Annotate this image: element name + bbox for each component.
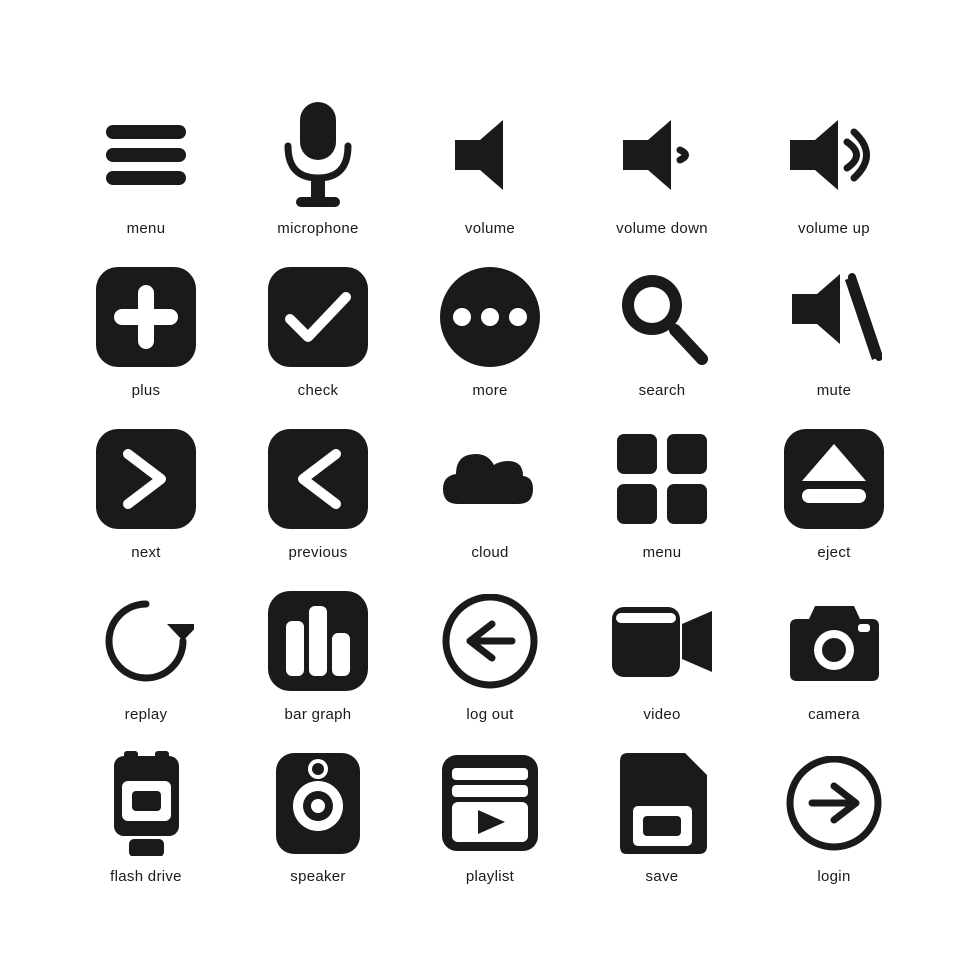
icon-cell-volume-down: volume down bbox=[576, 90, 748, 242]
icon-cell-replay: replay bbox=[60, 576, 232, 728]
login-icon bbox=[779, 748, 889, 858]
icon-cell-cloud: cloud bbox=[404, 414, 576, 566]
playlist-label: playlist bbox=[466, 868, 514, 885]
plus-icon bbox=[91, 262, 201, 372]
volume-icon bbox=[435, 100, 545, 210]
speaker-icon bbox=[263, 748, 373, 858]
previous-icon bbox=[263, 424, 373, 534]
log-out-icon bbox=[435, 586, 545, 696]
menu-icon bbox=[91, 100, 201, 210]
cloud-icon bbox=[435, 424, 545, 534]
camera-icon bbox=[779, 586, 889, 696]
next-icon bbox=[91, 424, 201, 534]
plus-label: plus bbox=[132, 382, 161, 399]
icon-grid: menu microphone volume bbox=[40, 70, 940, 910]
replay-label: replay bbox=[125, 706, 168, 723]
microphone-label: microphone bbox=[277, 220, 358, 237]
menu2-label: menu bbox=[643, 544, 682, 561]
volume-down-icon bbox=[607, 100, 717, 210]
icon-cell-login: login bbox=[748, 738, 920, 890]
icon-cell-camera: camera bbox=[748, 576, 920, 728]
bar-graph-label: bar graph bbox=[285, 706, 352, 723]
mute-icon bbox=[779, 262, 889, 372]
icon-cell-video: video bbox=[576, 576, 748, 728]
icon-cell-volume-up: volume up bbox=[748, 90, 920, 242]
flash-drive-icon bbox=[91, 748, 201, 858]
icon-cell-search: search bbox=[576, 252, 748, 404]
volume-up-label: volume up bbox=[798, 220, 870, 237]
log-out-label: log out bbox=[466, 706, 513, 723]
check-label: check bbox=[298, 382, 339, 399]
icon-cell-speaker: speaker bbox=[232, 738, 404, 890]
volume-down-label: volume down bbox=[616, 220, 708, 237]
icon-cell-volume: volume bbox=[404, 90, 576, 242]
cloud-label: cloud bbox=[471, 544, 508, 561]
menu-label: menu bbox=[127, 220, 166, 237]
check-icon bbox=[263, 262, 373, 372]
search-label: search bbox=[639, 382, 686, 399]
icon-cell-mute: mute bbox=[748, 252, 920, 404]
bar-graph-icon bbox=[263, 586, 373, 696]
playlist-icon bbox=[435, 748, 545, 858]
icon-cell-menu2: menu bbox=[576, 414, 748, 566]
camera-label: camera bbox=[808, 706, 860, 723]
icon-cell-playlist: playlist bbox=[404, 738, 576, 890]
icon-cell-log-out: log out bbox=[404, 576, 576, 728]
icon-cell-check: check bbox=[232, 252, 404, 404]
microphone-icon bbox=[263, 100, 373, 210]
menu2-icon bbox=[607, 424, 717, 534]
icon-cell-eject: eject bbox=[748, 414, 920, 566]
more-icon bbox=[435, 262, 545, 372]
video-label: video bbox=[643, 706, 680, 723]
replay-icon bbox=[91, 586, 201, 696]
icon-cell-plus: plus bbox=[60, 252, 232, 404]
icon-cell-menu: menu bbox=[60, 90, 232, 242]
video-icon bbox=[607, 586, 717, 696]
save-label: save bbox=[646, 868, 679, 885]
next-label: next bbox=[131, 544, 161, 561]
speaker-label: speaker bbox=[290, 868, 345, 885]
search-icon bbox=[607, 262, 717, 372]
flash-drive-label: flash drive bbox=[110, 868, 182, 885]
login-label: login bbox=[817, 868, 850, 885]
previous-label: previous bbox=[288, 544, 347, 561]
mute-label: mute bbox=[817, 382, 852, 399]
icon-cell-save: save bbox=[576, 738, 748, 890]
volume-label: volume bbox=[465, 220, 515, 237]
eject-icon bbox=[779, 424, 889, 534]
icon-cell-flash-drive: flash drive bbox=[60, 738, 232, 890]
eject-label: eject bbox=[817, 544, 850, 561]
icon-cell-more: more bbox=[404, 252, 576, 404]
icon-cell-microphone: microphone bbox=[232, 90, 404, 242]
more-label: more bbox=[472, 382, 507, 399]
save-icon bbox=[607, 748, 717, 858]
icon-cell-bar-graph: bar graph bbox=[232, 576, 404, 728]
icon-cell-next: next bbox=[60, 414, 232, 566]
volume-up-icon bbox=[779, 100, 889, 210]
icon-cell-previous: previous bbox=[232, 414, 404, 566]
